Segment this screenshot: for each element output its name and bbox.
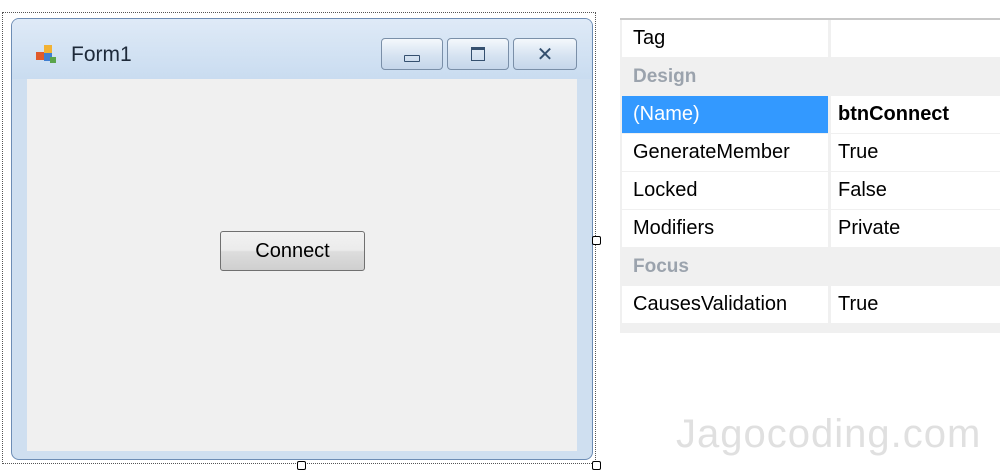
property-name[interactable]: GenerateMember [622,134,828,171]
form-icon [36,45,58,65]
property-value[interactable]: btnConnect [831,96,1000,133]
property-value[interactable]: True [831,286,1000,323]
property-name[interactable]: Modifiers [622,210,828,247]
category-focus[interactable]: Focus [622,248,1000,285]
property-name[interactable]: Locked [622,172,828,209]
connect-button[interactable]: Connect [220,231,365,271]
property-value[interactable]: False [831,172,1000,209]
watermark: Jagocoding.com [676,412,982,456]
property-name[interactable]: CausesValidation [622,286,828,323]
form-titlebar[interactable]: Form1 ✕ [12,19,592,79]
close-button[interactable]: ✕ [513,38,577,70]
resize-handle-right[interactable] [592,236,601,245]
designer-surface[interactable]: Form1 ✕ Connect [0,0,601,470]
form-window[interactable]: Form1 ✕ Connect [11,18,593,460]
minimize-icon [404,54,420,62]
category-design[interactable]: Design [622,58,1000,95]
property-row-name[interactable]: (Name) btnConnect [620,96,1000,134]
property-row-locked[interactable]: Locked False [620,172,1000,210]
property-value[interactable] [831,20,1000,57]
maximize-button[interactable] [447,38,509,70]
property-name[interactable]: (Name) [622,96,828,133]
form-title: Form1 [71,43,132,66]
minimize-button[interactable] [381,38,443,70]
maximize-icon [471,47,485,61]
property-row-generatemember[interactable]: GenerateMember True [620,134,1000,172]
property-name[interactable]: Tag [622,20,828,57]
form-client-area[interactable]: Connect [27,79,577,451]
property-value[interactable]: True [831,134,1000,171]
property-row-causesvalidation[interactable]: CausesValidation True [620,286,1000,324]
close-icon: ✕ [536,42,554,66]
property-row-tag[interactable]: Tag [620,20,1000,58]
property-row-modifiers[interactable]: Modifiers Private [620,210,1000,248]
property-value[interactable]: Private [831,210,1000,247]
property-grid: Tag Design (Name) btnConnect GenerateMem… [620,18,1000,333]
